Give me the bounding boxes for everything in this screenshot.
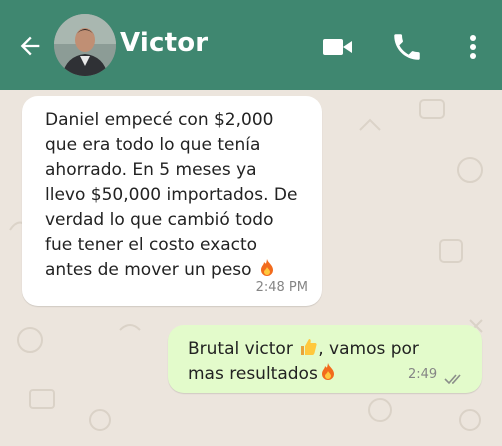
thumbs-up-emoji-icon — [301, 339, 317, 355]
incoming-message-bubble[interactable]: Daniel empecé con $2,000 que era todo lo… — [22, 96, 322, 306]
avatar-image — [54, 14, 116, 76]
chat-header: Victor — [0, 0, 502, 90]
video-call-icon[interactable] — [320, 30, 354, 64]
read-receipt-icon — [444, 374, 461, 385]
outgoing-message-bubble[interactable]: Brutal victor , vamos por mas resultados … — [168, 325, 482, 393]
message-line-2: mas resultados — [188, 364, 318, 384]
contact-name[interactable]: Victor — [120, 28, 208, 58]
message-time: 2:49 — [408, 367, 438, 382]
phone-icon[interactable] — [390, 30, 424, 64]
message-body: Daniel empecé con $2,000 que era todo lo… — [45, 110, 298, 280]
avatar[interactable] — [54, 14, 116, 76]
message-line-1-end: , vamos por — [318, 339, 419, 359]
message-text: Daniel empecé con $2,000 que era todo lo… — [45, 108, 305, 283]
more-options-icon[interactable] — [456, 30, 490, 64]
back-arrow-icon[interactable] — [16, 32, 44, 60]
fire-emoji-icon — [321, 363, 334, 380]
message-time: 2:48 PM — [255, 280, 308, 295]
message-line-1: Brutal victor — [188, 339, 293, 359]
